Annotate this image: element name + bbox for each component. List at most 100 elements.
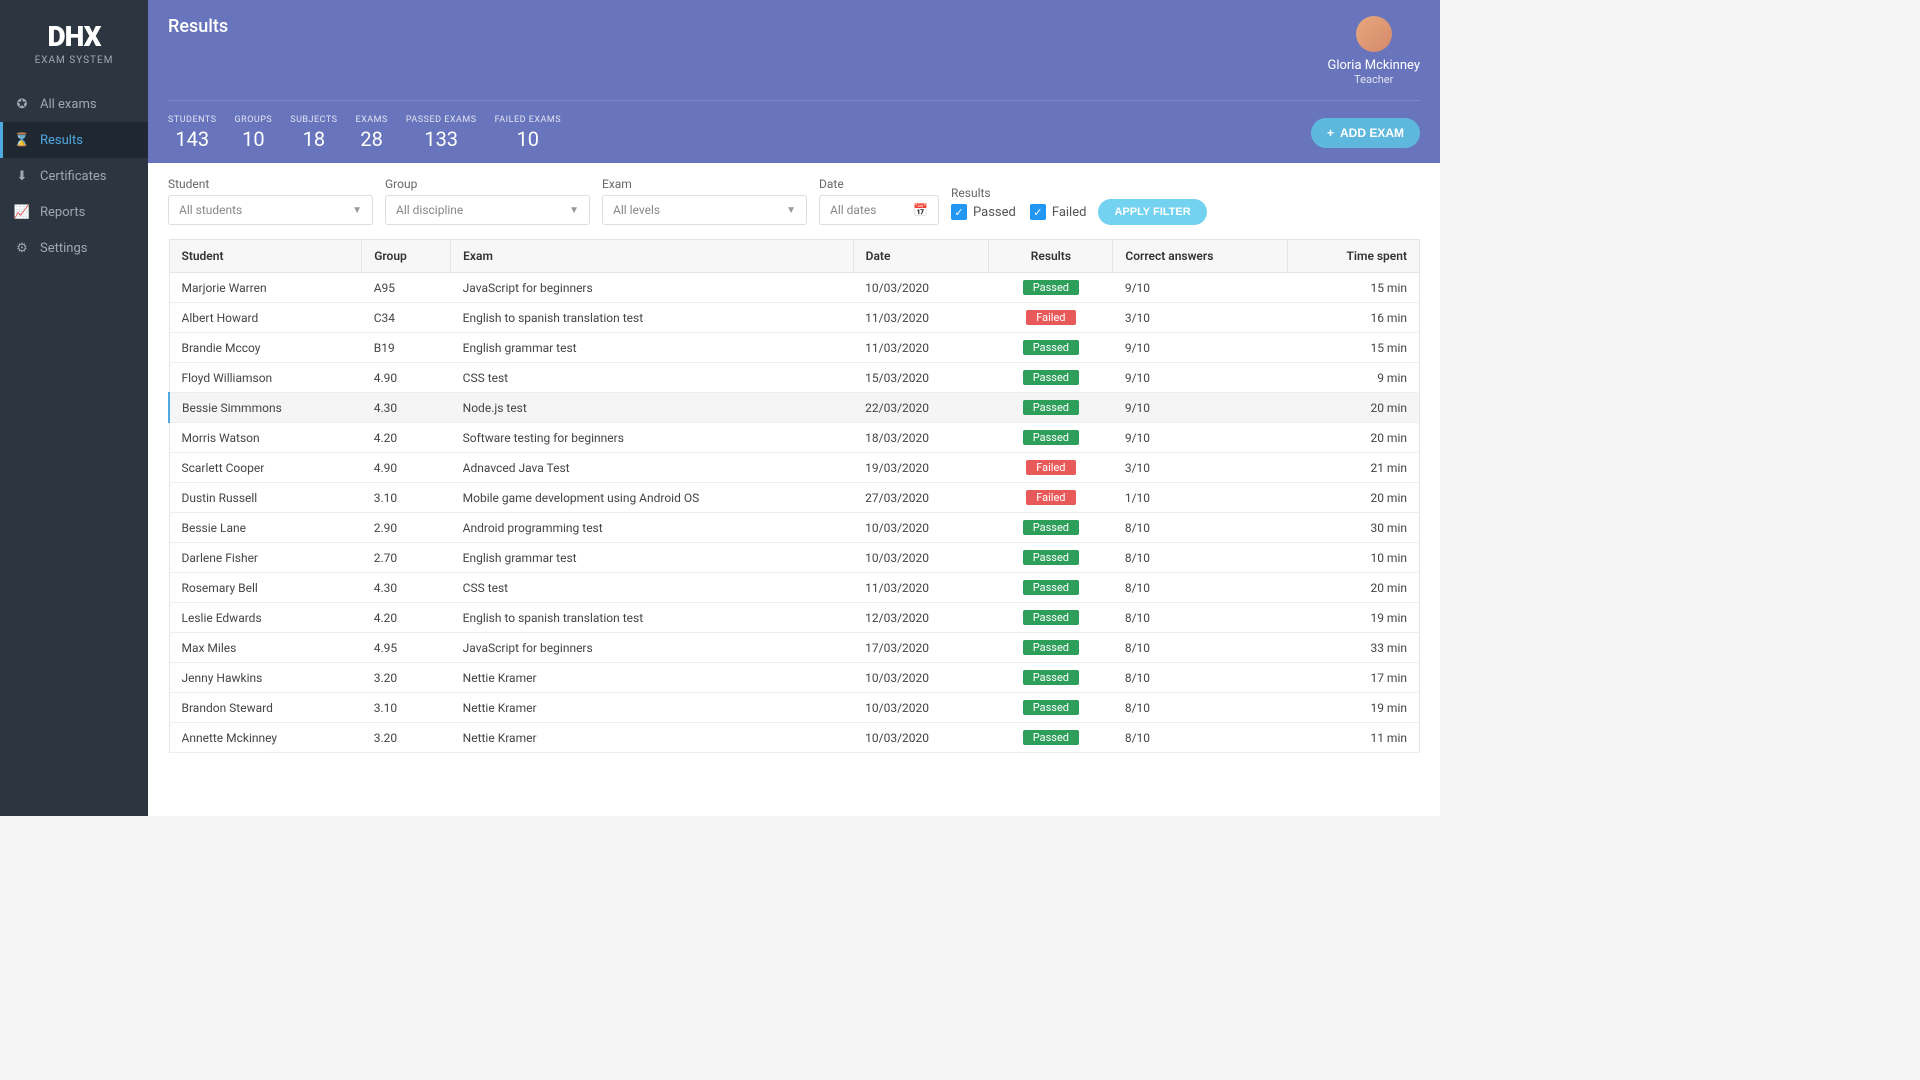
exam-select[interactable]: All levels ▼ <box>602 195 807 225</box>
table-container: Student Group Exam Date Results Correct … <box>148 239 1440 753</box>
status-badge: Passed <box>1023 610 1079 625</box>
sidebar-item-all-exams[interactable]: ✪ All exams <box>0 86 148 122</box>
chart-icon: 📈 <box>14 204 30 220</box>
date-select[interactable]: All dates 📅 <box>819 195 939 225</box>
th-results[interactable]: Results <box>989 240 1113 273</box>
cell-exam: Adnavced Java Test <box>451 453 854 483</box>
sidebar-item-settings[interactable]: ⚙ Settings <box>0 230 148 266</box>
table-row[interactable]: Bessie Simmmons4.30Node.js test22/03/202… <box>169 393 1420 423</box>
cell-correct: 3/10 <box>1113 453 1288 483</box>
cell-correct: 8/10 <box>1113 663 1288 693</box>
cell-exam: English to spanish translation test <box>451 303 854 333</box>
logo-subtitle: EXAM SYSTEM <box>0 55 148 66</box>
cell-correct: 8/10 <box>1113 543 1288 573</box>
cell-date: 12/03/2020 <box>853 603 989 633</box>
cell-date: 10/03/2020 <box>853 273 989 303</box>
th-group[interactable]: Group <box>362 240 451 273</box>
cell-time: 19 min <box>1287 693 1419 723</box>
cell-student: Bessie Simmmons <box>169 393 362 423</box>
cell-group: A95 <box>362 273 451 303</box>
stat-value: 10 <box>235 127 273 151</box>
sidebar-item-label: Results <box>40 133 83 148</box>
apply-filter-button[interactable]: APPLY FILTER <box>1098 199 1206 225</box>
cell-student: Bessie Lane <box>169 513 362 543</box>
group-select[interactable]: All discipline ▼ <box>385 195 590 225</box>
table-row[interactable]: Max Miles4.95JavaScript for beginners17/… <box>169 633 1420 663</box>
th-time[interactable]: Time spent <box>1287 240 1419 273</box>
stat-label: SUBJECTS <box>290 115 337 125</box>
cell-student: Max Miles <box>169 633 362 663</box>
chevron-down-icon: ▼ <box>786 205 796 216</box>
table-row[interactable]: Rosemary Bell4.30CSS test11/03/2020Passe… <box>169 573 1420 603</box>
stat-box: SUBJECTS18 <box>290 115 337 151</box>
cell-exam: Nettie Kramer <box>451 723 854 753</box>
cell-result: Passed <box>989 663 1113 693</box>
cell-date: 22/03/2020 <box>853 393 989 423</box>
results-table: Student Group Exam Date Results Correct … <box>168 239 1420 753</box>
status-badge: Passed <box>1023 730 1079 745</box>
cell-date: 11/03/2020 <box>853 573 989 603</box>
table-row[interactable]: Brandie MccoyB19English grammar test11/0… <box>169 333 1420 363</box>
failed-checkbox[interactable]: ✓ Failed <box>1030 204 1087 220</box>
page-title: Results <box>168 16 228 37</box>
passed-checkbox[interactable]: ✓ Passed <box>951 204 1016 220</box>
stat-label: FAILED EXAMS <box>495 115 561 125</box>
filter-label-results: Results <box>951 186 1086 200</box>
sidebar-item-results[interactable]: ⌛ Results <box>0 122 148 158</box>
filter-label-exam: Exam <box>602 177 807 191</box>
table-row[interactable]: Floyd Williamson4.90CSS test15/03/2020Pa… <box>169 363 1420 393</box>
cell-result: Passed <box>989 723 1113 753</box>
cell-date: 11/03/2020 <box>853 333 989 363</box>
cell-group: B19 <box>362 333 451 363</box>
user-name: Gloria Mckinney <box>1327 58 1420 73</box>
sidebar: DHX EXAM SYSTEM ✪ All exams ⌛ Results ⬇ … <box>0 0 148 816</box>
cell-student: Darlene Fisher <box>169 543 362 573</box>
cell-time: 33 min <box>1287 633 1419 663</box>
cell-exam: CSS test <box>451 573 854 603</box>
sidebar-item-certificates[interactable]: ⬇ Certificates <box>0 158 148 194</box>
cell-date: 10/03/2020 <box>853 513 989 543</box>
cell-exam: Nettie Kramer <box>451 663 854 693</box>
cell-date: 17/03/2020 <box>853 633 989 663</box>
cell-exam: JavaScript for beginners <box>451 273 854 303</box>
table-row[interactable]: Scarlett Cooper4.90Adnavced Java Test19/… <box>169 453 1420 483</box>
cell-group: 3.20 <box>362 663 451 693</box>
cell-group: 4.90 <box>362 363 451 393</box>
cell-student: Leslie Edwards <box>169 603 362 633</box>
cell-correct: 9/10 <box>1113 273 1288 303</box>
sidebar-item-reports[interactable]: 📈 Reports <box>0 194 148 230</box>
cell-result: Passed <box>989 573 1113 603</box>
cell-date: 19/03/2020 <box>853 453 989 483</box>
table-row[interactable]: Morris Watson4.20Software testing for be… <box>169 423 1420 453</box>
user-role: Teacher <box>1327 73 1420 86</box>
table-row[interactable]: Brandon Steward3.10Nettie Kramer10/03/20… <box>169 693 1420 723</box>
cell-result: Passed <box>989 513 1113 543</box>
th-correct[interactable]: Correct answers <box>1113 240 1288 273</box>
cell-correct: 9/10 <box>1113 333 1288 363</box>
table-row[interactable]: Marjorie WarrenA95JavaScript for beginne… <box>169 273 1420 303</box>
plus-icon: + <box>1327 126 1334 140</box>
table-row[interactable]: Darlene Fisher2.70English grammar test10… <box>169 543 1420 573</box>
th-exam[interactable]: Exam <box>451 240 854 273</box>
cell-result: Passed <box>989 693 1113 723</box>
table-row[interactable]: Leslie Edwards4.20English to spanish tra… <box>169 603 1420 633</box>
student-select[interactable]: All students ▼ <box>168 195 373 225</box>
select-value: All students <box>179 203 242 217</box>
th-student[interactable]: Student <box>169 240 362 273</box>
star-icon: ✪ <box>14 96 30 112</box>
table-row[interactable]: Bessie Lane2.90Android programming test1… <box>169 513 1420 543</box>
cell-correct: 8/10 <box>1113 723 1288 753</box>
table-row[interactable]: Jenny Hawkins3.20Nettie Kramer10/03/2020… <box>169 663 1420 693</box>
stat-box: STUDENTS143 <box>168 115 217 151</box>
user-section[interactable]: Gloria Mckinney Teacher <box>1327 16 1420 86</box>
table-row[interactable]: Dustin Russell3.10Mobile game developmen… <box>169 483 1420 513</box>
cell-correct: 8/10 <box>1113 513 1288 543</box>
th-date[interactable]: Date <box>853 240 989 273</box>
cell-date: 10/03/2020 <box>853 663 989 693</box>
table-row[interactable]: Albert HowardC34English to spanish trans… <box>169 303 1420 333</box>
table-row[interactable]: Annette Mckinney3.20Nettie Kramer10/03/2… <box>169 723 1420 753</box>
checkbox-label: Passed <box>973 205 1016 220</box>
cell-exam: English grammar test <box>451 333 854 363</box>
status-badge: Passed <box>1023 370 1079 385</box>
add-exam-button[interactable]: + ADD EXAM <box>1311 118 1420 148</box>
